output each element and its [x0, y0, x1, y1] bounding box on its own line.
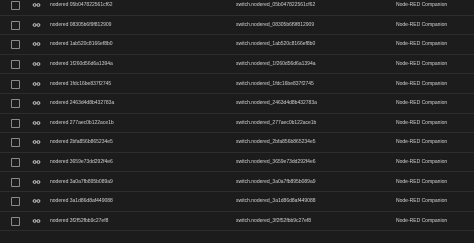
table-row[interactable]: nodered 05b047822561cf62 switch.nodered_…	[0, 0, 474, 16]
entity-id-cell: switch.nodered_1f260d56d6a1394a	[236, 61, 316, 68]
table-row[interactable]: nodered 3a1d86d8af449088 switch.nodered_…	[0, 192, 474, 212]
entity-id-cell: switch.nodered_3a0a7fb895b089a9	[236, 178, 316, 185]
row-select-checkbox[interactable]	[11, 79, 20, 89]
row-select-checkbox[interactable]	[11, 138, 20, 148]
integration-cell: Node-RED Companion	[396, 80, 448, 87]
toggle-switch-icon	[32, 140, 41, 145]
entities-table: nodered 05b047822561cf62 switch.nodered_…	[0, 0, 474, 232]
entity-id-cell: switch.nodered_2bfa856b865234e5	[236, 139, 316, 146]
row-select-checkbox[interactable]	[11, 60, 20, 70]
device-id-cell: nodered 1fdc16be837f2745	[50, 80, 112, 87]
device-id-cell: nodered 2bfa856b865234e5	[50, 139, 113, 146]
integration-cell: Node-RED Companion	[396, 61, 448, 68]
integration-cell: Node-RED Companion	[396, 41, 448, 48]
toggle-switch-icon	[32, 42, 41, 47]
toggle-switch-icon	[32, 62, 41, 66]
row-select-checkbox[interactable]	[11, 1, 20, 11]
table-row[interactable]: nodered 3a0a7fb895b089a9 switch.nodered_…	[0, 172, 474, 192]
integration-cell: Node-RED Companion	[396, 217, 448, 224]
row-select-checkbox[interactable]	[11, 158, 20, 168]
entity-id-cell: switch.nodered_3f2f52fbb9c27ef8	[236, 217, 312, 224]
row-select-checkbox[interactable]	[11, 118, 20, 128]
toggle-switch-icon	[32, 199, 41, 203]
integration-cell: Node-RED Companion	[396, 119, 448, 126]
entity-id-cell: switch.nodered_3659e73dd292f4e6	[236, 159, 316, 166]
device-id-cell: nodered 1f260d56d6a1394a	[50, 61, 113, 68]
integration-cell: Node-RED Companion	[396, 2, 448, 9]
toggle-switch-icon	[32, 160, 41, 164]
table-row[interactable]: nodered 1f260d56d6a1394a switch.nodered_…	[0, 55, 474, 75]
row-select-checkbox[interactable]	[11, 20, 20, 30]
row-select-checkbox[interactable]	[11, 216, 20, 226]
integration-cell: Node-RED Companion	[396, 100, 448, 107]
integration-cell: Node-RED Companion	[396, 198, 448, 205]
device-id-cell: nodered 1ab520c8166ef8b0	[50, 41, 113, 48]
device-id-cell: nodered 277aec0b122ace1b	[50, 119, 114, 126]
entity-id-cell: switch.nodered_08305b6f9f812909	[236, 21, 315, 28]
row-select-checkbox[interactable]	[11, 40, 20, 50]
toggle-switch-icon	[32, 3, 41, 8]
table-row[interactable]: nodered 3659e73dd292f4e6 switch.nodered_…	[0, 153, 474, 173]
device-id-cell: nodered 3a1d86d8af449088	[50, 198, 113, 205]
toggle-switch-icon	[32, 101, 41, 106]
table-row[interactable]: nodered 3f2f52fbb9c27ef8 switch.nodered_…	[0, 212, 474, 232]
toggle-switch-icon	[32, 121, 41, 125]
table-row[interactable]: nodered 277aec0b122ace1b switch.nodered_…	[0, 114, 474, 134]
device-id-cell: nodered 08305b6f9f812909	[50, 21, 112, 28]
entity-id-cell: switch.nodered_3a1d86d8af449088	[236, 198, 316, 205]
device-id-cell: nodered 05b047822561cf62	[50, 2, 113, 9]
entity-id-cell: switch.nodered_2463d4d8b432783a	[236, 100, 317, 107]
entity-id-cell: switch.nodered_277aec0b122ace1b	[236, 119, 317, 126]
integration-cell: Node-RED Companion	[396, 159, 448, 166]
table-row[interactable]: nodered 2bfa856b865234e5 switch.nodered_…	[0, 133, 474, 153]
table-row[interactable]: nodered 1ab520c8166ef8b0 switch.nodered_…	[0, 35, 474, 55]
toggle-switch-icon	[32, 179, 41, 184]
row-select-checkbox[interactable]	[11, 197, 20, 207]
table-row[interactable]: nodered 1fdc16be837f2745 switch.nodered_…	[0, 74, 474, 94]
toggle-switch-icon	[32, 23, 41, 27]
row-select-checkbox[interactable]	[11, 177, 20, 187]
row-select-checkbox[interactable]	[11, 99, 20, 109]
device-id-cell: nodered 3f2f52fbb9c27ef8	[50, 217, 109, 224]
device-id-cell: nodered 2463d4d8b432783a	[50, 100, 115, 107]
toggle-switch-icon	[32, 81, 41, 86]
entity-id-cell: switch.nodered_05b047822561cf62	[236, 2, 316, 9]
entity-id-cell: switch.nodered_1ab520c8166ef8b0	[236, 41, 316, 48]
integration-cell: Node-RED Companion	[396, 21, 448, 28]
table-row[interactable]: nodered 2463d4d8b432783a switch.nodered_…	[0, 94, 474, 114]
entity-id-cell: switch.nodered_1fdc16be837f2745	[236, 80, 314, 87]
device-id-cell: nodered 3659e73dd292f4e6	[50, 159, 113, 166]
toggle-switch-icon	[32, 219, 41, 223]
table-row[interactable]: nodered 08305b6f9f812909 switch.nodered_…	[0, 16, 474, 36]
integration-cell: Node-RED Companion	[396, 139, 448, 146]
integration-cell: Node-RED Companion	[396, 178, 448, 185]
device-id-cell: nodered 3a0a7fb895b089a9	[50, 178, 113, 185]
